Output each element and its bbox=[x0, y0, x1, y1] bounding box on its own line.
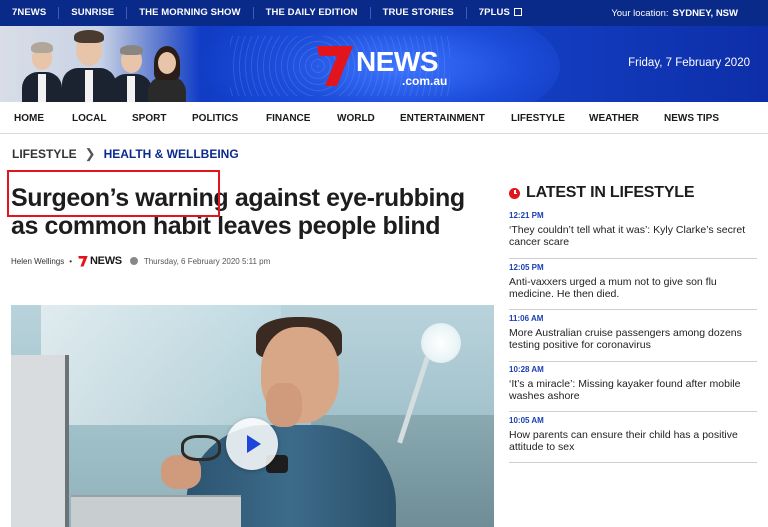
main-nav: HOME LOCAL SPORT POLITICS FINANCE WORLD … bbox=[0, 102, 768, 134]
hero-man-hand bbox=[266, 383, 302, 427]
network-link-7plus[interactable]: 7PLUS bbox=[467, 7, 534, 19]
hero-laptop bbox=[71, 495, 241, 527]
network-link-daily-edition[interactable]: THE DAILY EDITION bbox=[254, 7, 371, 19]
network-link-true-stories[interactable]: TRUE STORIES bbox=[371, 7, 467, 19]
list-item-time: 10:28 AM bbox=[509, 365, 544, 374]
7news-small-logo-icon bbox=[78, 256, 88, 267]
network-link-7news[interactable]: 7NEWS bbox=[0, 7, 60, 19]
highlight-box bbox=[7, 170, 220, 217]
list-item-headline[interactable]: ‘They couldn’t tell what it was’: Kyly C… bbox=[509, 224, 757, 248]
latest-sidebar: LATEST IN LIFESTYLE 12:21 PM ‘They could… bbox=[509, 184, 757, 463]
presenter-1 bbox=[22, 26, 62, 102]
byline-brand: NEWS bbox=[90, 255, 122, 267]
nav-sport[interactable]: SPORT bbox=[132, 113, 166, 124]
location-city: SYDNEY, NSW bbox=[672, 7, 738, 19]
nav-news-tips[interactable]: NEWS TIPS bbox=[664, 113, 719, 124]
nav-local[interactable]: LOCAL bbox=[72, 113, 106, 124]
list-item[interactable]: 12:05 PM Anti-vaxxers urged a mum not to… bbox=[509, 263, 757, 310]
clock-icon bbox=[509, 187, 520, 199]
list-item[interactable]: 12:21 PM ‘They couldn’t tell what it was… bbox=[509, 211, 757, 259]
nav-politics[interactable]: POLITICS bbox=[192, 113, 238, 124]
hero-lamp bbox=[421, 323, 461, 363]
list-item-time: 12:05 PM bbox=[509, 263, 544, 272]
author-name[interactable]: Helen Wellings bbox=[11, 257, 64, 266]
network-bar: 7NEWS SUNRISE THE MORNING SHOW THE DAILY… bbox=[0, 0, 768, 26]
nav-finance[interactable]: FINANCE bbox=[266, 113, 310, 124]
list-item[interactable]: 10:05 AM How parents can ensure their ch… bbox=[509, 416, 757, 463]
article-hero-video[interactable] bbox=[11, 305, 494, 527]
network-link-7plus-label: 7PLUS bbox=[478, 7, 510, 18]
clock-icon bbox=[129, 257, 138, 265]
external-link-icon bbox=[513, 8, 522, 16]
location-label: Your location: bbox=[611, 7, 669, 19]
nav-entertainment[interactable]: ENTERTAINMENT bbox=[400, 113, 485, 124]
nav-weather[interactable]: WEATHER bbox=[589, 113, 639, 124]
presenter-4 bbox=[148, 26, 186, 102]
masthead-banner: NEWS .com.au Friday, 7 February 2020 bbox=[0, 26, 768, 102]
article-timestamp: Thursday, 6 February 2020 5:11 pm bbox=[143, 256, 271, 266]
7news-logo-icon bbox=[317, 46, 353, 86]
network-links: 7NEWS SUNRISE THE MORNING SHOW THE DAILY… bbox=[0, 0, 534, 26]
article-byline: Helen Wellings • NEWS Thursday, 6 Februa… bbox=[11, 255, 270, 267]
presenters-photo bbox=[0, 26, 200, 102]
network-link-morning-show[interactable]: THE MORNING SHOW bbox=[127, 7, 254, 19]
list-item[interactable]: 10:28 AM ‘It’s a miracle’: Missing kayak… bbox=[509, 365, 757, 412]
sidebar-title: LATEST IN LIFESTYLE bbox=[509, 184, 757, 202]
masthead-date: Friday, 7 February 2020 bbox=[628, 57, 750, 69]
play-button[interactable] bbox=[226, 418, 278, 470]
sidebar-title-text: LATEST IN LIFESTYLE bbox=[526, 184, 695, 201]
chevron-right-icon: ❯ bbox=[84, 146, 96, 161]
nav-world[interactable]: WORLD bbox=[337, 113, 375, 124]
list-item-headline[interactable]: Anti-vaxxers urged a mum not to give son… bbox=[509, 276, 757, 300]
presenter-3 bbox=[110, 26, 152, 102]
location-selector[interactable]: Your location: SYDNEY, NSW bbox=[611, 8, 768, 19]
list-item-time: 10:05 AM bbox=[509, 416, 544, 425]
presenter-2 bbox=[62, 26, 116, 102]
list-item-headline[interactable]: More Australian cruise passengers among … bbox=[509, 327, 757, 351]
byline-separator: • bbox=[69, 256, 73, 266]
breadcrumb-section[interactable]: LIFESTYLE bbox=[12, 147, 77, 161]
nav-lifestyle[interactable]: LIFESTYLE bbox=[511, 113, 565, 124]
hero-monitor bbox=[11, 355, 69, 527]
breadcrumb: LIFESTYLE ❯ HEALTH & WELLBEING bbox=[12, 146, 239, 162]
list-item-time: 11:06 AM bbox=[509, 314, 544, 323]
list-item-headline[interactable]: How parents can ensure their child has a… bbox=[509, 429, 757, 453]
network-link-sunrise[interactable]: SUNRISE bbox=[59, 7, 128, 19]
logo-domain: .com.au bbox=[402, 74, 448, 88]
nav-home[interactable]: HOME bbox=[14, 113, 44, 124]
hero-window bbox=[41, 305, 281, 425]
breadcrumb-subsection[interactable]: HEALTH & WELLBEING bbox=[104, 147, 239, 161]
play-icon bbox=[247, 435, 261, 453]
list-item[interactable]: 11:06 AM More Australian cruise passenge… bbox=[509, 314, 757, 362]
list-item-headline[interactable]: ‘It’s a miracle’: Missing kayaker found … bbox=[509, 378, 757, 402]
hero-glasses bbox=[181, 435, 221, 461]
list-item-time: 12:21 PM bbox=[509, 211, 544, 220]
